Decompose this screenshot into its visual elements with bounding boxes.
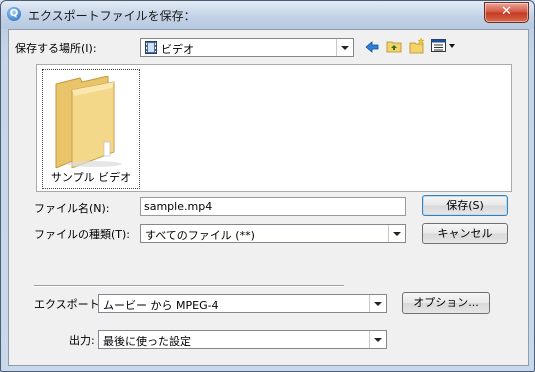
new-folder-icon[interactable] (409, 37, 425, 54)
export-label: エクスポート: (34, 298, 104, 311)
list-item[interactable]: サンプル ビデオ (42, 69, 140, 189)
filename-label: ファイル名(N): (34, 202, 110, 215)
filetype-value: すべてのファイル (**) (145, 229, 255, 242)
chevron-down-icon[interactable] (369, 331, 386, 348)
output-label: 出力: (69, 334, 95, 347)
title-bar[interactable]: Q エクスポートファイルを保存： ✕ (1, 1, 534, 29)
chevron-down-icon[interactable] (369, 295, 386, 312)
export-combo[interactable]: ムービー から MPEG-4 (98, 294, 387, 313)
file-list[interactable]: サンプル ビデオ (36, 64, 512, 192)
location-combo[interactable]: ビデオ (140, 38, 354, 57)
file-name-label: サンプル ビデオ (50, 171, 132, 184)
video-library-icon (145, 41, 157, 54)
location-value: ビデオ (161, 43, 194, 56)
chevron-down-icon[interactable] (336, 39, 353, 56)
window-title: エクスポートファイルを保存： (28, 9, 196, 23)
filetype-combo[interactable]: すべてのファイル (**) (140, 224, 406, 243)
filename-value: sample.mp4 (144, 200, 213, 213)
back-arrow-icon[interactable] (364, 39, 380, 55)
location-label: 保存する場所(I): (15, 42, 97, 55)
output-value: 最後に使った設定 (103, 335, 191, 348)
filename-input[interactable]: sample.mp4 (140, 197, 406, 216)
export-value: ムービー から MPEG-4 (103, 299, 219, 312)
view-menu-icon[interactable] (431, 38, 457, 54)
filetype-label: ファイルの種類(T): (34, 228, 131, 241)
folder-icon (52, 75, 132, 169)
up-folder-icon[interactable] (386, 38, 402, 54)
save-button[interactable]: 保存(S) (422, 195, 508, 216)
options-button[interactable]: オプション... (402, 292, 490, 314)
output-combo[interactable]: 最後に使った設定 (98, 330, 387, 349)
chevron-down-icon[interactable] (388, 225, 405, 242)
save-dialog-window: Q エクスポートファイルを保存： ✕ 保存する場所(I): ビデオ サンプル ビ… (0, 0, 535, 372)
dialog-body: 保存する場所(I): ビデオ サンプル ビデオ ファイル名(N): sample… (8, 29, 529, 366)
cancel-button[interactable]: キャンセル (422, 223, 508, 244)
close-button[interactable]: ✕ (484, 2, 529, 23)
app-icon: Q (7, 7, 21, 21)
divider (34, 285, 344, 287)
